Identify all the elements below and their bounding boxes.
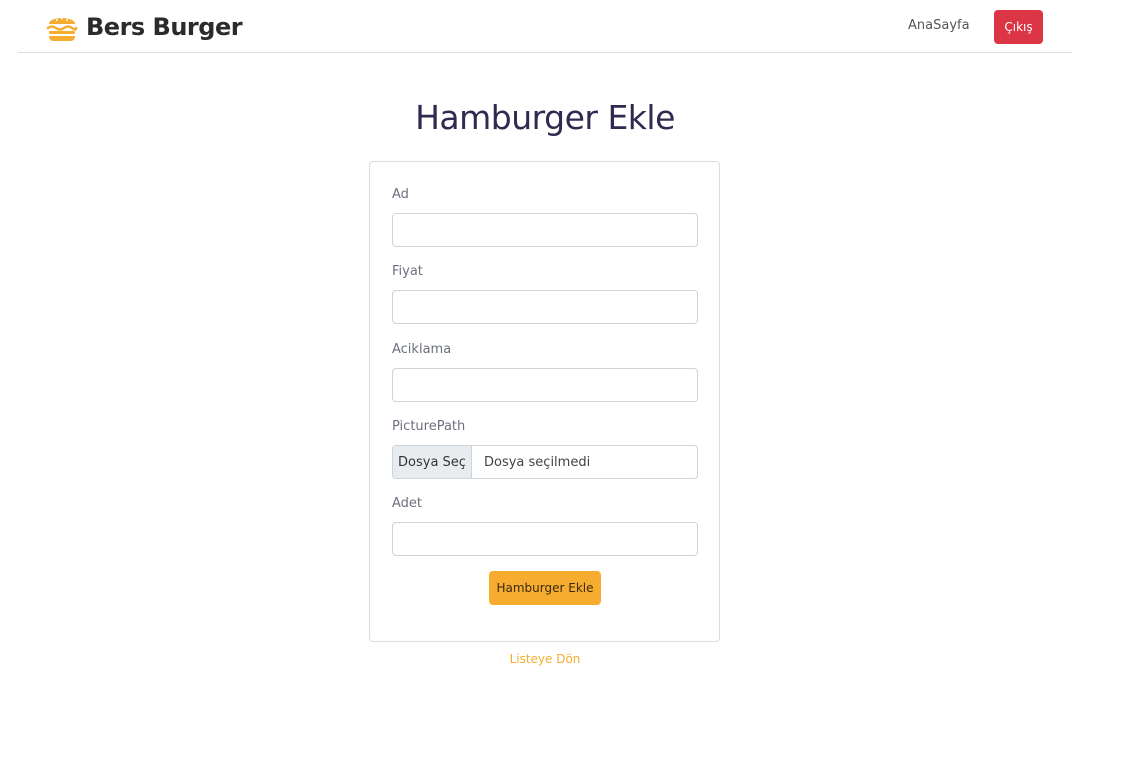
name-input[interactable] — [392, 213, 698, 247]
quantity-input[interactable] — [392, 522, 698, 556]
quantity-label: Adet — [392, 496, 423, 511]
picture-file-input[interactable]: Dosya Seç Dosya seçilmedi — [392, 445, 698, 479]
add-burger-button[interactable]: Hamburger Ekle — [489, 571, 601, 605]
brand-name: Bers Burger — [86, 13, 243, 41]
logout-button[interactable]: Çıkış — [994, 10, 1043, 44]
brand-logo-link[interactable]: Bers Burger — [46, 10, 243, 44]
name-label: Ad — [392, 187, 409, 202]
price-label: Fiyat — [392, 264, 423, 279]
file-choose-button[interactable]: Dosya Seç — [393, 446, 472, 478]
page-title: Hamburger Ekle — [415, 98, 675, 137]
nav-home-link[interactable]: AnaSayfa — [908, 18, 970, 33]
description-input[interactable] — [392, 368, 698, 402]
navbar: Bers Burger AnaSayfa Çıkış — [18, 0, 1072, 53]
add-burger-form: Ad Fiyat Aciklama PicturePath Dosya Seç … — [369, 161, 720, 642]
price-input[interactable] — [392, 290, 698, 324]
back-to-list-link[interactable]: Listeye Dön — [0, 652, 1090, 666]
description-label: Aciklama — [392, 342, 452, 357]
burger-icon — [46, 17, 78, 41]
picture-label: PicturePath — [392, 419, 466, 434]
file-status-text: Dosya seçilmedi — [484, 454, 591, 470]
